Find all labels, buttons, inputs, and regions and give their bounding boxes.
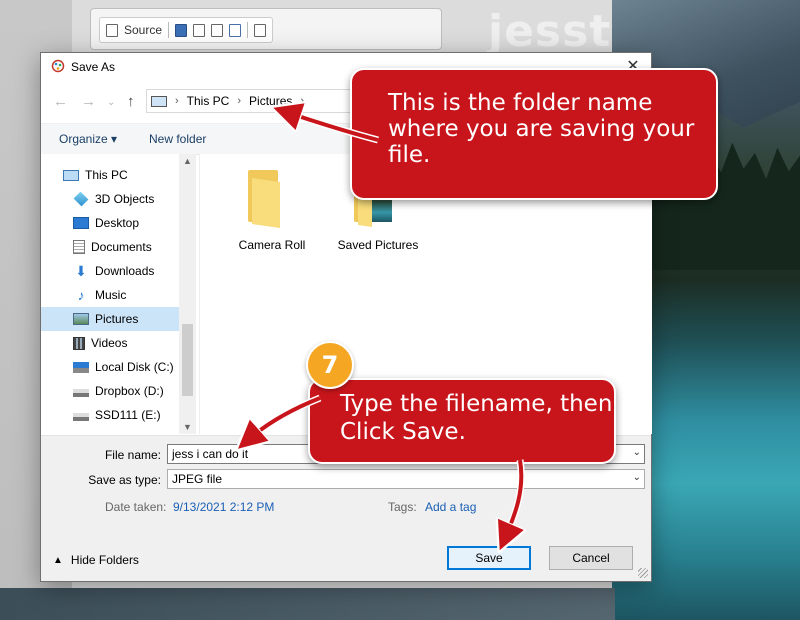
save-disk-icon[interactable] — [175, 23, 188, 37]
sidebar-item-this-pc[interactable]: This PC — [41, 163, 179, 187]
bottom-photo-strip — [0, 588, 615, 620]
tags-input[interactable]: Add a tag — [425, 500, 476, 514]
breadcrumb-pictures[interactable]: Pictures — [249, 94, 292, 108]
savetype-select[interactable]: JPEG file ⌄ — [167, 469, 645, 489]
sidebar-item-pictures[interactable]: Pictures — [41, 307, 179, 331]
cancel-button[interactable]: Cancel — [549, 546, 633, 570]
sidebar-item-label: 3D Objects — [95, 192, 155, 206]
sidebar-item-downloads[interactable]: ⬇ Downloads — [41, 259, 179, 283]
toolbar-separator — [168, 22, 170, 38]
source-button-label[interactable]: Source — [124, 23, 162, 37]
sidebar-item-label: Local Disk (C:) — [95, 360, 174, 374]
chevron-up-icon: ▲ — [53, 554, 63, 566]
back-arrow-icon[interactable]: ← — [53, 93, 68, 110]
up-arrow-icon[interactable]: ↑ — [127, 93, 135, 110]
film-icon — [73, 336, 85, 350]
scrollbar-thumb[interactable] — [182, 324, 193, 396]
organize-menu[interactable]: Organize ▾ — [59, 132, 117, 146]
download-arrow-icon: ⬇ — [75, 263, 87, 279]
computer-icon — [63, 169, 79, 181]
document-icon — [73, 240, 85, 254]
chevron-down-icon[interactable]: ⌄ — [633, 447, 641, 458]
date-taken-value[interactable]: 9/13/2021 2:12 PM — [173, 500, 274, 514]
sidebar-item-label: Pictures — [95, 312, 139, 326]
toolbar-group: Source — [99, 17, 274, 43]
date-taken-label: Date taken: — [105, 500, 167, 514]
sidebar-item-label: This PC — [85, 168, 128, 182]
address-bar[interactable]: › This PC › Pictures › — [146, 89, 351, 113]
scroll-up-icon[interactable]: ▲ — [179, 156, 196, 166]
folder-callout: This is the folder name where you are sa… — [350, 68, 718, 200]
scroll-down-icon[interactable]: ▼ — [179, 422, 196, 432]
hide-folders-toggle[interactable]: ▲ Hide Folders — [53, 553, 139, 567]
sidebar-item-music[interactable]: ♪ Music — [41, 283, 179, 307]
new-folder-button[interactable]: New folder — [149, 132, 206, 146]
forward-arrow-icon[interactable]: → — [81, 93, 96, 110]
new-document-icon[interactable] — [193, 23, 206, 37]
sidebar-item-label: Desktop — [95, 216, 140, 230]
toolbar-separator — [247, 22, 249, 38]
drive-icon — [73, 413, 89, 421]
drive-icon — [73, 389, 89, 397]
savetype-value: JPEG file — [172, 472, 223, 486]
sidebar-item-local-disk-c[interactable]: Local Disk (C:) — [41, 355, 179, 379]
step-number-badge: 7 — [306, 341, 354, 389]
sidebar-item-label: Dropbox (D:) — [95, 384, 164, 398]
navigation-pane: This PC 3D Objects Desktop Documents ⬇ D… — [41, 154, 196, 434]
recent-chevron-icon[interactable]: ⌄ — [107, 97, 115, 108]
sidebar-item-3d-objects[interactable]: 3D Objects — [41, 187, 179, 211]
paint-app-icon — [51, 59, 65, 73]
dialog-title: Save As — [71, 60, 116, 74]
hide-folders-label: Hide Folders — [70, 553, 139, 567]
print-icon[interactable] — [229, 23, 242, 37]
source-icon[interactable] — [106, 23, 118, 37]
pictures-icon — [73, 313, 89, 325]
resize-grip[interactable] — [638, 568, 648, 578]
folder-name: Camera Roll — [238, 238, 306, 252]
nav-scrollbar[interactable]: ▲ ▼ — [179, 154, 196, 434]
save-button[interactable]: Save — [447, 546, 531, 570]
chevron-right-icon[interactable]: › — [300, 95, 304, 107]
folder-callout-text: This is the folder name where you are sa… — [388, 90, 695, 168]
sidebar-item-label: Downloads — [95, 264, 155, 278]
sidebar-item-ssd111-e[interactable]: SSD111 (E:) — [41, 403, 179, 427]
chevron-down-icon[interactable]: ⌄ — [633, 472, 641, 483]
pc-icon — [151, 95, 167, 107]
filename-label: File name: — [104, 448, 161, 462]
desktop-icon — [73, 217, 89, 229]
sidebar-item-videos[interactable]: Videos — [41, 331, 179, 355]
tags-label: Tags: — [388, 500, 417, 514]
sidebar-item-label: Documents — [91, 240, 152, 254]
chevron-right-icon: › — [237, 95, 242, 107]
editor-toolbar: Source — [90, 8, 442, 50]
folder-camera-roll[interactable]: Camera Roll — [222, 170, 322, 252]
filename-callout: Type the filename, then Click Save. — [308, 378, 616, 464]
folder-name: Saved Pictures — [337, 238, 419, 252]
sidebar-item-label: Videos — [91, 336, 128, 350]
sidebar-item-dropbox-d[interactable]: Dropbox (D:) — [41, 379, 179, 403]
filename-value: jess i can do it — [172, 447, 249, 461]
templates-icon[interactable] — [254, 23, 267, 37]
breadcrumb-this-pc[interactable]: This PC — [187, 94, 230, 108]
sidebar-item-desktop[interactable]: Desktop — [41, 211, 179, 235]
folder-icon — [244, 170, 300, 228]
sidebar-item-label: Music — [95, 288, 127, 302]
cube-icon — [73, 191, 89, 207]
filename-callout-text: Type the filename, then Click Save. — [340, 391, 613, 445]
sidebar-item-documents[interactable]: Documents — [41, 235, 179, 259]
sidebar-item-label: SSD111 (E:) — [95, 408, 161, 422]
preview-icon[interactable] — [211, 23, 224, 37]
chevron-right-icon: › — [175, 95, 179, 107]
savetype-label: Save as type: — [88, 473, 161, 487]
windows-drive-icon — [73, 361, 89, 373]
music-note-icon: ♪ — [77, 287, 85, 303]
